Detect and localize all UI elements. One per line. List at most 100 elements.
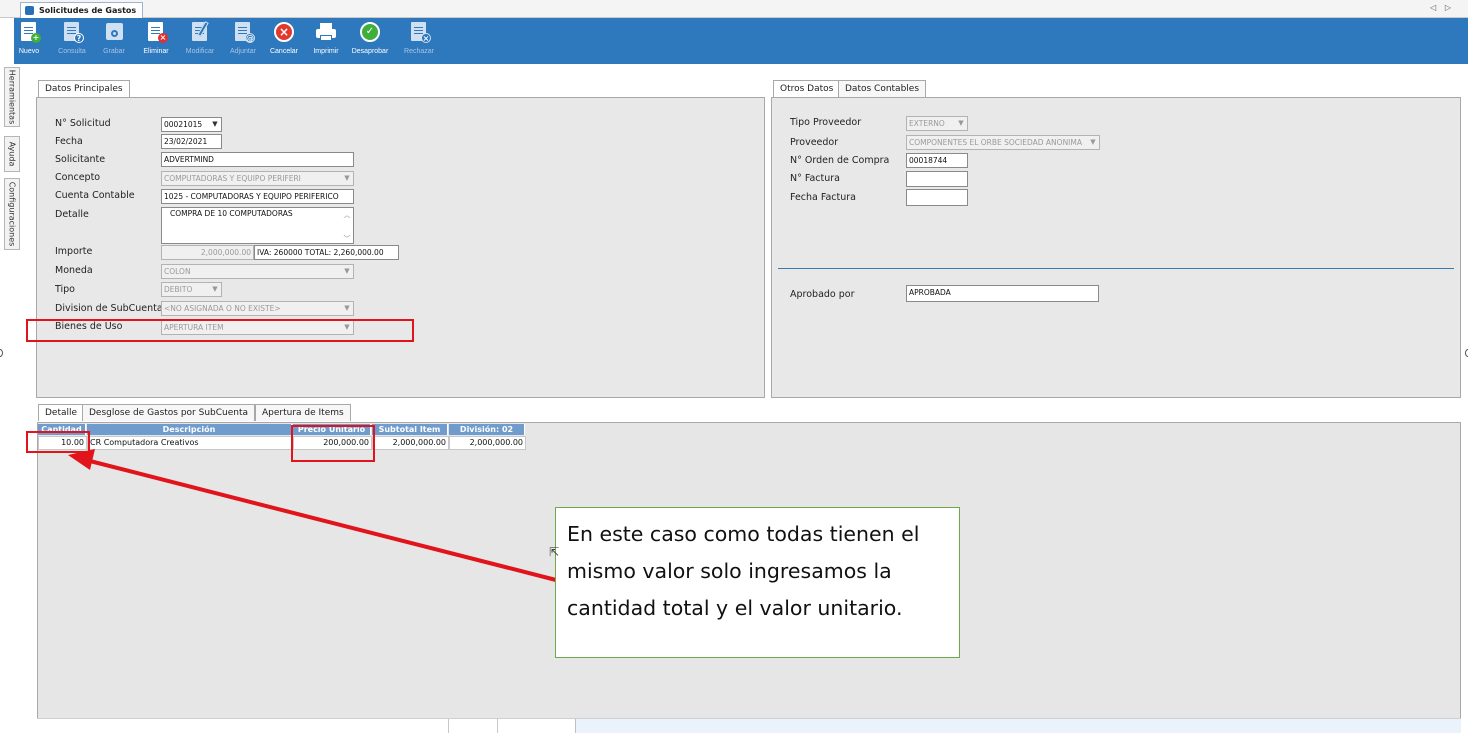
orden-field[interactable]: 00018744	[906, 153, 968, 168]
highlight-cantidad	[26, 431, 90, 453]
proveedor-label: Proveedor	[790, 137, 839, 148]
solicitante-label: Solicitante	[55, 154, 106, 165]
reject-button-label: Rechazar	[404, 48, 434, 55]
moneda-select[interactable]: COLON ▼	[161, 264, 354, 279]
delete-button-label: Eliminar	[143, 48, 169, 55]
tipo-proveedor-label: Tipo Proveedor	[790, 117, 862, 128]
attach-button[interactable]: @ Adjuntar	[225, 21, 261, 55]
column-header-division[interactable]: División: 02	[449, 424, 525, 435]
tab-title: Solicitudes de Gastos	[39, 6, 137, 15]
reject-button[interactable]: × Rechazar	[400, 21, 438, 55]
fecha-field[interactable]: 23/02/2021	[161, 134, 222, 149]
cuenta-field[interactable]: 1025 - COMPUTADORAS Y EQUIPO PERIFERICO	[161, 189, 354, 204]
textarea-scrollbar[interactable]: ︿ ﹀	[342, 209, 352, 243]
tab-datos-principales[interactable]: Datos Principales	[38, 80, 130, 97]
left-splitter-handle[interactable]	[0, 349, 3, 357]
solicitud-value: 00021015	[164, 120, 203, 129]
app-icon	[25, 6, 34, 15]
division-select[interactable]: <NO ASIGNADA O NO EXISTE> ▼	[161, 301, 354, 316]
tipo-proveedor-select[interactable]: EXTERNO ▼	[906, 116, 968, 131]
tab-nav-arrows[interactable]: ◁ ▷	[1430, 3, 1454, 12]
tab-detalle[interactable]: Detalle	[38, 404, 85, 421]
new-button-label: Nuevo	[18, 48, 40, 55]
grid-totals-row	[37, 718, 1461, 733]
tab-otros-datos[interactable]: Otros Datos	[773, 80, 841, 97]
cuenta-label: Cuenta Contable	[55, 190, 135, 201]
attach-icon: @	[245, 33, 255, 43]
tab-apertura-items[interactable]: Apertura de Items	[255, 404, 351, 421]
concepto-label: Concepto	[55, 172, 101, 183]
tab-solicitudes-de-gastos[interactable]: Solicitudes de Gastos	[20, 2, 144, 18]
iva-total-field: IVA: 260000 TOTAL: 2,260,000.00	[254, 245, 399, 260]
query-button[interactable]: ? Consulta	[54, 21, 90, 55]
query-button-label: Consulta	[58, 48, 86, 55]
proveedor-select[interactable]: COMPONENTES EL ORBE SOCIEDAD ANONIMA ▼	[906, 135, 1100, 150]
fecha-factura-field[interactable]	[906, 189, 968, 206]
concepto-select[interactable]: COMPUTADORAS Y EQUIPO PERIFERI ▼	[161, 171, 354, 186]
highlight-bienes-de-uso	[26, 319, 414, 342]
chevron-down-icon: ▼	[212, 120, 218, 128]
toolbar: + Nuevo ? Consulta Grabar × Eliminar Mod…	[14, 18, 1468, 64]
factura-field[interactable]	[906, 171, 968, 187]
aprobado-field[interactable]: APROBADA	[906, 285, 1099, 302]
cell-descripcion[interactable]: CR Computadora Creativos	[87, 436, 293, 450]
detalle-value: COMPRA DE 10 COMPUTADORAS	[170, 209, 293, 218]
side-tab-herramientas[interactable]: Herramientas	[4, 67, 20, 127]
detalle-textarea[interactable]: COMPRA DE 10 COMPUTADORAS ︿ ﹀	[161, 207, 354, 244]
save-button[interactable]: Grabar	[97, 21, 131, 55]
side-tab-label: Herramientas	[7, 69, 17, 125]
save-icon	[103, 21, 125, 43]
side-panel	[771, 97, 1461, 398]
side-tab-ayuda[interactable]: Ayuda	[4, 136, 20, 172]
new-button[interactable]: + Nuevo	[18, 21, 41, 55]
chevron-down-icon: ▼	[1090, 138, 1096, 146]
fecha-factura-label: Fecha Factura	[790, 192, 856, 203]
query-doc-icon: ?	[74, 33, 84, 43]
solicitante-field[interactable]: ADVERTMIND	[161, 152, 354, 167]
cancel-button[interactable]: × Cancelar	[266, 21, 302, 55]
moneda-label: Moneda	[55, 265, 93, 276]
chevron-down-icon: ▼	[212, 285, 218, 293]
delete-button[interactable]: × Eliminar	[138, 21, 174, 55]
printer-icon	[315, 21, 337, 43]
chevron-down-icon: ▼	[344, 267, 350, 275]
reject-icon: ×	[421, 33, 431, 43]
tipo-proveedor-value: EXTERNO	[909, 119, 945, 128]
print-button-label: Imprimir	[313, 48, 339, 55]
modify-button-label: Modificar	[185, 48, 215, 55]
cell-subtotal-item[interactable]: 2,000,000.00	[372, 436, 449, 450]
division-label: Division de SubCuentas	[55, 303, 168, 314]
side-tab-label: Configuraciones	[7, 181, 17, 247]
cancel-button-label: Cancelar	[269, 48, 298, 55]
column-header-subtotal-item[interactable]: Subtotal Item	[372, 424, 448, 435]
disapprove-button[interactable]: ✓ Desaprobar	[348, 21, 392, 55]
tipo-select[interactable]: DEBITO ▼	[161, 282, 222, 297]
tipo-value: DEBITO	[164, 285, 193, 294]
detalle-label: Detalle	[55, 209, 89, 220]
highlight-precio-unitario	[291, 425, 375, 462]
chevron-down-icon: ▼	[958, 119, 964, 127]
importe-label: Importe	[55, 246, 93, 257]
orden-label: N° Orden de Compra	[790, 155, 890, 166]
solicitud-select[interactable]: 00021015 ▼	[161, 117, 222, 132]
side-tab-configuraciones[interactable]: Configuraciones	[4, 178, 20, 250]
concepto-value: COMPUTADORAS Y EQUIPO PERIFERI	[164, 174, 301, 183]
disapprove-button-label: Desaprobar	[351, 48, 389, 55]
modify-button[interactable]: Modificar	[180, 21, 220, 55]
tab-desglose[interactable]: Desglose de Gastos por SubCuenta	[82, 404, 256, 421]
delete-doc-icon: ×	[158, 33, 168, 43]
importe-field[interactable]: 2,000,000.00	[161, 245, 254, 260]
factura-label: N° Factura	[790, 173, 840, 184]
document-tab-strip: Solicitudes de Gastos ◁ ▷	[0, 0, 1468, 18]
save-button-label: Grabar	[103, 48, 125, 55]
cancel-icon: ×	[274, 22, 294, 42]
print-button[interactable]: Imprimir	[309, 21, 343, 55]
aprobado-label: Aprobado por	[790, 289, 855, 300]
side-tab-label: Ayuda	[7, 141, 17, 167]
mouse-cursor-icon: ⇱	[549, 545, 560, 559]
annotation-note: En este caso como todas tienen el mismo …	[555, 507, 960, 658]
cell-division[interactable]: 2,000,000.00	[449, 436, 526, 450]
column-header-descripcion[interactable]: Descripción	[87, 424, 292, 435]
tab-datos-contables[interactable]: Datos Contables	[838, 80, 927, 97]
attach-button-label: Adjuntar	[229, 48, 257, 55]
